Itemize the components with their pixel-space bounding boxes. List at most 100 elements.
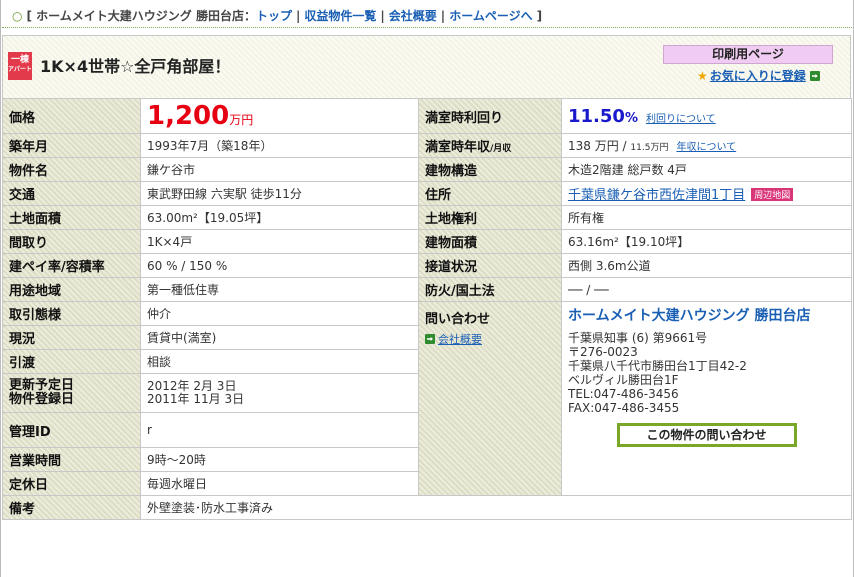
price-cell: 1,200万円 [140, 98, 419, 134]
top-navigation: ○[ ホームメイト大建ハウジング 勝田台店：トップ | 収益物件一覧 | 会社概要 | ホー… [2, 4, 852, 28]
nav-suffix: ] [536, 9, 543, 23]
name-label: 物件名 [2, 157, 141, 182]
income-label-main: 満室時年収 [425, 140, 491, 155]
built-label: 築年月 [2, 133, 141, 158]
register-label: 物件登録日 [9, 392, 75, 407]
favorite-label[interactable]: お気に入りに登録 [710, 69, 806, 83]
nav-bullet-icon: ○ [12, 9, 23, 23]
print-page-button[interactable]: 印刷用ページ [663, 45, 833, 64]
contact-label-cell: 問い合わせ 会社概要 [418, 301, 562, 496]
contact-info-cell: ホームメイト大建ハウジング 勝田台店 千葉県知事 (6) 第9661号 〒276… [561, 301, 852, 496]
company-tel: TEL:047-486-3456 [568, 387, 679, 401]
nav-link-listings[interactable]: 収益物件一覧 [304, 9, 376, 23]
table-row: 土地面積 63.00m²【19.05坪】 土地権利 所有権 [2, 205, 852, 230]
company-address-1: 千葉県八千代市勝田台1丁目42-2 [568, 359, 747, 373]
income-month-value: 11.5万円 [630, 143, 669, 153]
structure-value: 木造2階建 総戸数 4戸 [561, 157, 852, 182]
remarks-value: 外壁塗装･防水工事済み [140, 495, 852, 520]
update-label: 更新予定日 [9, 378, 75, 393]
yield-value: 11.50 [568, 105, 625, 127]
ratio-value: 60 % / 150 % [140, 253, 419, 278]
manage-value: r [140, 412, 419, 448]
fire-value: ── / ── [561, 277, 852, 302]
property-spec-table: 価格 1,200万円 満室時利回り 11.50% 利回りについて 築年月 1993… [2, 98, 852, 520]
remarks-label: 備考 [2, 495, 141, 520]
building-area-label: 建物面積 [418, 229, 562, 254]
favorite-link[interactable]: ★ お気に入りに登録 [697, 67, 820, 84]
star-icon: ★ [697, 69, 708, 83]
income-label: 満室時年収/月収 [418, 133, 562, 158]
transport-value: 東武野田線 六実駅 徒歩11分 [140, 181, 419, 206]
hours-value: 9時～20時 [140, 447, 419, 472]
company-fax: FAX:047-486-3455 [568, 401, 680, 415]
badge-bottom-text: アパート [8, 66, 32, 73]
deal-label: 取引態様 [2, 301, 141, 326]
property-header: 一棟 アパート 1K×4世帯☆全戸角部屋！ 印刷用ページ ★ お気に入りに登録 [2, 35, 851, 98]
address-link[interactable]: 千葉県鎌ケ谷市西佐津間1丁目 [568, 188, 745, 203]
property-title: 1K×4世帯☆全戸角部屋！ [40, 57, 231, 76]
income-cell: 138 万円 / 11.5万円 年収について [561, 133, 852, 158]
structure-label: 建物構造 [418, 157, 562, 182]
nav-link-homepage[interactable]: ホームページへ [449, 9, 532, 23]
table-row: 間取り 1K×4戸 建物面積 63.16m²【19.10坪】 [2, 229, 852, 254]
yield-label: 満室時利回り [418, 98, 562, 134]
layout-label: 間取り [2, 229, 141, 254]
built-value: 1993年7月（築18年） [140, 133, 419, 158]
status-label: 現況 [2, 325, 141, 350]
table-row: 価格 1,200万円 満室時利回り 11.50% 利回りについて [2, 98, 852, 134]
hours-label: 営業時間 [2, 447, 141, 472]
handover-label: 引渡 [2, 349, 141, 374]
dates-label: 更新予定日 物件登録日 [2, 373, 141, 413]
badge-top-text: 一棟 [10, 55, 29, 65]
contact-label: 問い合わせ [425, 312, 491, 327]
holiday-label: 定休日 [2, 471, 141, 496]
zone-label: 用途地域 [2, 277, 141, 302]
land-right-label: 土地権利 [418, 205, 562, 230]
table-row: 物件名 鎌ケ谷市 建物構造 木造2階建 総戸数 4戸 [2, 157, 852, 182]
land-area-label: 土地面積 [2, 205, 141, 230]
price-value: 1,200 [147, 101, 230, 131]
yield-info-link[interactable]: 利回りについて [646, 114, 716, 125]
nav-link-top[interactable]: トップ [256, 9, 292, 23]
deal-value: 仲介 [140, 301, 419, 326]
price-label: 価格 [2, 98, 141, 134]
nav-separator: | [440, 9, 446, 23]
address-label: 住所 [418, 181, 562, 206]
yield-percent: % [624, 110, 638, 126]
income-value: 138 万円 / [568, 139, 631, 153]
income-label-sub: /月収 [490, 144, 512, 154]
nav-link-company[interactable]: 会社概要 [389, 9, 437, 23]
company-name[interactable]: ホームメイト大建ハウジング 勝田台店 [568, 306, 845, 327]
transport-label: 交通 [2, 181, 141, 206]
land-area-value: 63.00m²【19.05坪】 [140, 205, 419, 230]
price-unit: 万円 [229, 113, 254, 127]
arrow-box-icon [425, 334, 435, 344]
company-profile-link[interactable]: 会社概要 [425, 331, 555, 347]
address-cell: 千葉県鎌ケ谷市西佐津間1丁目 周辺地図 [561, 181, 852, 206]
road-label: 接道状況 [418, 253, 562, 278]
table-row: 築年月 1993年7月（築18年） 満室時年収/月収 138 万円 / 11.5… [2, 133, 852, 158]
table-row: 交通 東武野田線 六実駅 徒歩11分 住所 千葉県鎌ケ谷市西佐津間1丁目 周辺地図 [2, 181, 852, 206]
table-row: 用途地域 第一種低住専 防火/国土法 ── / ── [2, 277, 852, 302]
nav-prefix: [ ホームメイト大建ハウジング 勝田台店： [26, 9, 256, 23]
income-info-link[interactable]: 年収について [676, 142, 736, 153]
nav-separator: | [380, 9, 385, 23]
company-profile-label: 会社概要 [438, 333, 482, 346]
holiday-value: 毎週水曜日 [140, 471, 419, 496]
handover-value: 相談 [140, 349, 419, 374]
table-row: 取引態様 仲介 問い合わせ 会社概要 ホームメイト大建ハウジング 勝田台店 千葉… [2, 301, 852, 496]
inquiry-button[interactable]: この物件の問い合わせ [616, 423, 797, 447]
arrow-box-icon [809, 71, 820, 81]
register-value: 2011年 11月 3日 [147, 392, 245, 406]
building-area-value: 63.16m²【19.10坪】 [561, 229, 852, 254]
company-postal: 〒276-0023 [568, 345, 638, 359]
ratio-label: 建ペイ率/容積率 [2, 253, 141, 278]
road-value: 西側 3.6m公道 [561, 253, 852, 278]
map-tag-button[interactable]: 周辺地図 [751, 188, 794, 201]
dates-value: 2012年 2月 3日 2011年 11月 3日 [140, 373, 419, 413]
building-type-badge-icon: 一棟 アパート [8, 52, 32, 80]
manage-label: 管理ID [2, 412, 141, 448]
name-value: 鎌ケ谷市 [140, 157, 419, 182]
zone-value: 第一種低住専 [140, 277, 419, 302]
table-row: 建ペイ率/容積率 60 % / 150 % 接道状況 西側 3.6m公道 [2, 253, 852, 278]
